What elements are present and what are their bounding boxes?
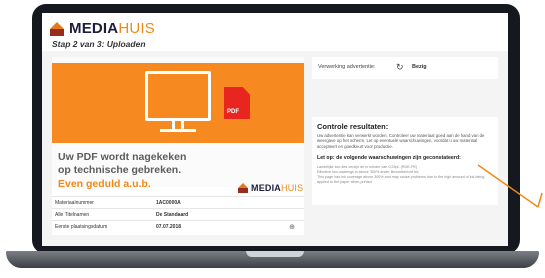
results-body: Uw advertentie kan verwerkt worden. Cont… bbox=[317, 133, 485, 149]
preview-panel: PDF Uw PDF wordt nagekeken op technische… bbox=[52, 57, 304, 235]
detail-label: Materiaalnummer bbox=[55, 199, 94, 206]
monitor-icon bbox=[145, 71, 211, 121]
list-item: This page has ink coverage above 300% an… bbox=[317, 175, 485, 184]
monitor-foot bbox=[160, 129, 196, 132]
detail-value: 07.07.2018 bbox=[156, 223, 182, 230]
detail-label: Alle Titelnamen bbox=[55, 211, 90, 218]
brand-logo[interactable]: MEDIAHUIS bbox=[50, 20, 155, 37]
magnifier-plus-icon[interactable]: ⊕ bbox=[282, 223, 302, 231]
brand-mark-icon bbox=[238, 183, 248, 193]
step-title: Stap 2 van 3: Uploaden bbox=[52, 39, 146, 49]
laptop-notch bbox=[246, 251, 304, 257]
results-panel: Controle resultaten: Uw advertentie kan … bbox=[312, 117, 498, 205]
processing-status: Verwerking advertentie: ↻ Bezig bbox=[312, 57, 498, 79]
warnings-title: Let op: de volgende waarschuwingen zijn … bbox=[317, 155, 461, 161]
detail-value: De Standaard bbox=[156, 211, 189, 218]
pointer-arrow-icon bbox=[477, 164, 543, 208]
header: MEDIAHUIS Stap 2 van 3: Uploaden bbox=[42, 13, 508, 51]
table-row: Alle Titelnamen De Standaard bbox=[52, 208, 304, 220]
refresh-icon: ↻ bbox=[396, 62, 404, 72]
upload-hero: PDF Uw PDF wordt nagekeken op technische… bbox=[52, 57, 304, 193]
detail-label: Eerste plaatsingsdatum bbox=[55, 223, 108, 230]
pdf-file-icon: PDF bbox=[224, 87, 250, 119]
warnings-list: Landelijke sec-ties verzijn de in minder… bbox=[317, 165, 491, 185]
hero-message-line3: Even geduld a.u.b. bbox=[58, 178, 151, 190]
monitor-stand bbox=[172, 121, 184, 129]
brand-mark-icon bbox=[50, 21, 64, 36]
hero-brand-logo: MEDIAHUIS bbox=[238, 183, 303, 193]
processing-label: Verwerking advertentie: bbox=[318, 64, 376, 70]
brand-name: MEDIAHUIS bbox=[69, 20, 155, 37]
processing-value: Bezig bbox=[412, 64, 427, 70]
table-row: Eerste plaatsingsdatum 07.07.2018 ⊕ bbox=[52, 220, 304, 232]
app-screen: MEDIAHUIS Stap 2 van 3: Uploaden PDF Uw … bbox=[42, 13, 508, 246]
results-title: Controle resultaten: bbox=[317, 122, 389, 131]
table-row: Materiaalnummer 1AC0000A bbox=[52, 196, 304, 208]
details-table: Materiaalnummer 1AC0000A Alle Titelnamen… bbox=[52, 196, 304, 232]
hero-message-line2: op technische gebreken. bbox=[58, 164, 182, 176]
detail-value: 1AC0000A bbox=[156, 199, 181, 206]
hero-message-line1: Uw PDF wordt nagekeken bbox=[58, 151, 187, 163]
